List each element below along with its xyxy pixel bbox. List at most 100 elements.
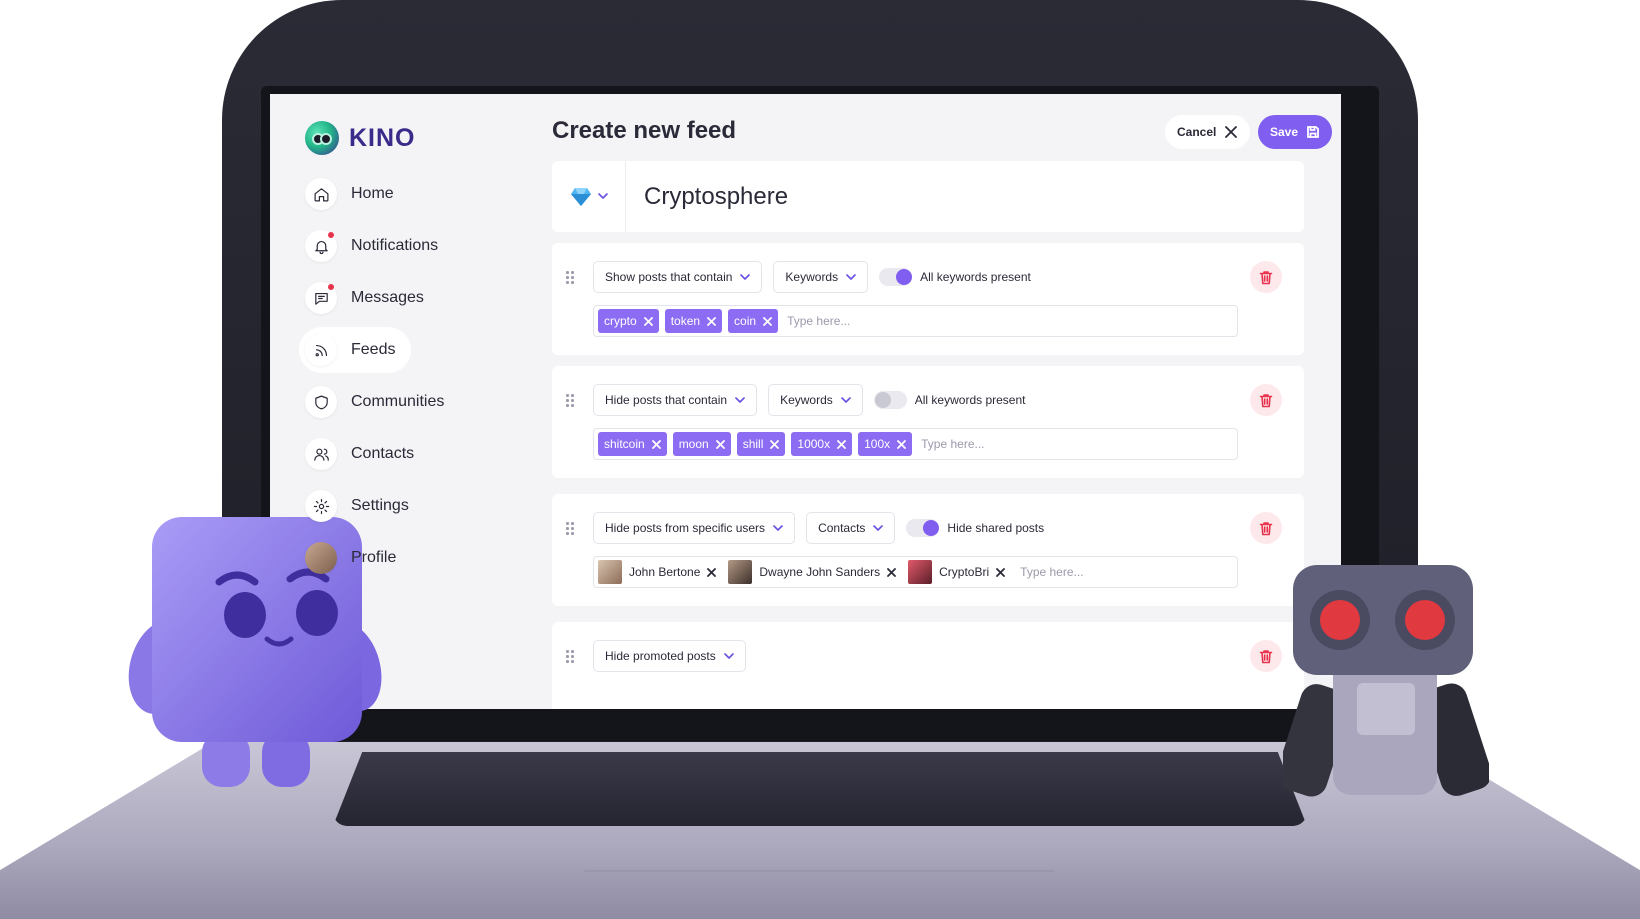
home-icon	[305, 178, 337, 210]
chevron-down-icon	[740, 273, 751, 280]
close-icon[interactable]	[996, 567, 1006, 577]
sidebar-item-contacts[interactable]: Contacts	[305, 433, 525, 475]
sidebar-item-feeds[interactable]: Feeds	[299, 327, 525, 373]
tag-input-placeholder: Type here...	[787, 314, 851, 328]
rule-action-value: Hide posts from specific users	[605, 521, 766, 535]
shield-icon	[305, 386, 337, 418]
bell-icon	[305, 230, 337, 262]
rule-type-value: Contacts	[818, 521, 866, 535]
rule-type-select[interactable]: Keywords	[773, 261, 869, 293]
keyword-tag: token	[664, 309, 723, 333]
gem-icon	[570, 187, 591, 206]
keyword-tag-label: shitcoin	[604, 437, 645, 451]
close-icon[interactable]	[763, 316, 772, 326]
close-icon[interactable]	[897, 439, 907, 449]
cancel-button-label: Cancel	[1177, 125, 1217, 139]
close-icon[interactable]	[651, 439, 661, 449]
close-icon[interactable]	[707, 567, 717, 577]
rule-action-value: Hide promoted posts	[605, 649, 716, 663]
sidebar-item-label: Profile	[351, 549, 397, 566]
rule-action-select[interactable]: Hide posts that contain	[593, 384, 758, 416]
user-chip: John Bertone	[598, 560, 722, 584]
emoji-picker[interactable]	[552, 161, 626, 232]
keyword-tag-input[interactable]: crypto token coin Type here...	[593, 305, 1238, 337]
keyword-tag: shill	[736, 432, 786, 456]
rule-action-select[interactable]: Hide promoted posts	[593, 640, 746, 672]
notification-dot	[328, 284, 334, 290]
toggle-label: Hide shared posts	[947, 521, 1045, 535]
keyword-tag: moon	[672, 432, 731, 456]
drag-handle-icon[interactable]	[566, 650, 576, 664]
users-icon	[305, 438, 337, 470]
sidebar-item-messages[interactable]: Messages	[305, 277, 525, 319]
user-tag-input[interactable]: John Bertone Dwayne John Sanders CryptoB…	[593, 556, 1238, 588]
cancel-button[interactable]: Cancel	[1165, 115, 1251, 149]
chevron-down-icon	[840, 396, 851, 403]
keyword-tag-label: 1000x	[797, 437, 831, 451]
drag-handle-icon[interactable]	[566, 522, 576, 536]
page-title: Create new feed	[552, 117, 737, 144]
chevron-down-icon	[846, 273, 856, 280]
delete-rule-button[interactable]	[1250, 640, 1282, 672]
filter-rule-card: Hide posts that contain Keywords All key…	[552, 366, 1304, 478]
delete-rule-button[interactable]	[1250, 384, 1282, 416]
trash-icon	[1259, 393, 1273, 407]
save-button[interactable]: Save	[1258, 115, 1333, 149]
app-screen: KINO Home Notifications Messages Feeds C…	[270, 94, 1341, 709]
brand-logo	[305, 121, 339, 155]
toggle-label: All keywords present	[914, 393, 1026, 407]
close-icon[interactable]	[770, 439, 780, 449]
close-icon[interactable]	[715, 439, 725, 449]
drag-handle-icon[interactable]	[566, 271, 576, 285]
avatar	[598, 560, 622, 584]
rule-type-value: Keywords	[780, 393, 833, 407]
rule-type-select[interactable]: Contacts	[806, 512, 896, 544]
brand[interactable]: KINO	[305, 121, 416, 155]
close-icon[interactable]	[643, 316, 653, 326]
close-icon[interactable]	[887, 567, 897, 577]
filter-rule-card: Show posts that contain Keywords All key…	[552, 243, 1304, 355]
sidebar-item-label: Communities	[351, 393, 445, 410]
hide-shared-posts-toggle[interactable]	[906, 519, 940, 537]
sidebar-item-label: Notifications	[351, 237, 439, 254]
close-icon	[1225, 126, 1238, 138]
robot-mascot-illustration	[1283, 565, 1489, 797]
trash-icon	[1259, 649, 1273, 663]
trash-icon	[1259, 521, 1273, 535]
all-keywords-toggle[interactable]	[873, 391, 907, 409]
laptop-keyboard	[333, 752, 1307, 826]
feed-name-input[interactable]: Cryptosphere	[626, 183, 788, 211]
close-icon[interactable]	[837, 439, 846, 449]
keyword-tag: 100x	[858, 432, 913, 456]
rule-action-select[interactable]: Hide posts from specific users	[593, 512, 796, 544]
chevron-down-icon	[873, 524, 884, 531]
avatar	[908, 560, 933, 584]
sidebar-item-notifications[interactable]: Notifications	[305, 225, 525, 267]
feed-name-card: Cryptosphere	[552, 161, 1304, 232]
keyword-tag-label: shill	[742, 437, 764, 451]
sidebar-item-communities[interactable]: Communities	[305, 381, 525, 423]
delete-rule-button[interactable]	[1250, 261, 1282, 293]
user-chip: Dwayne John Sanders	[728, 560, 902, 584]
sidebar-item-label: Feeds	[351, 341, 396, 358]
keyword-tag: 1000x	[791, 432, 853, 456]
user-chip-label: John Bertone	[629, 565, 701, 579]
sidebar-item-label: Messages	[351, 289, 424, 306]
all-keywords-toggle[interactable]	[879, 268, 913, 286]
rule-action-select[interactable]: Show posts that contain	[593, 261, 763, 293]
keyword-tag-input[interactable]: shitcoin moon shill 1000x 100x Type here…	[593, 428, 1238, 460]
chevron-down-icon	[735, 396, 745, 403]
drag-handle-icon[interactable]	[566, 394, 576, 408]
user-chip-label: CryptoBri	[939, 565, 990, 579]
brand-name: KINO	[349, 123, 416, 152]
keyword-tag: crypto	[598, 309, 659, 333]
close-icon[interactable]	[707, 316, 716, 326]
delete-rule-button[interactable]	[1250, 512, 1282, 544]
sidebar-item-label: Home	[351, 185, 394, 202]
avatar	[728, 560, 753, 584]
rule-type-select[interactable]: Keywords	[768, 384, 863, 416]
keyword-tag-label: 100x	[864, 437, 891, 451]
rule-action-value: Hide posts that contain	[605, 393, 728, 407]
sidebar-item-home[interactable]: Home	[305, 173, 525, 215]
keyword-tag-label: moon	[678, 437, 709, 451]
